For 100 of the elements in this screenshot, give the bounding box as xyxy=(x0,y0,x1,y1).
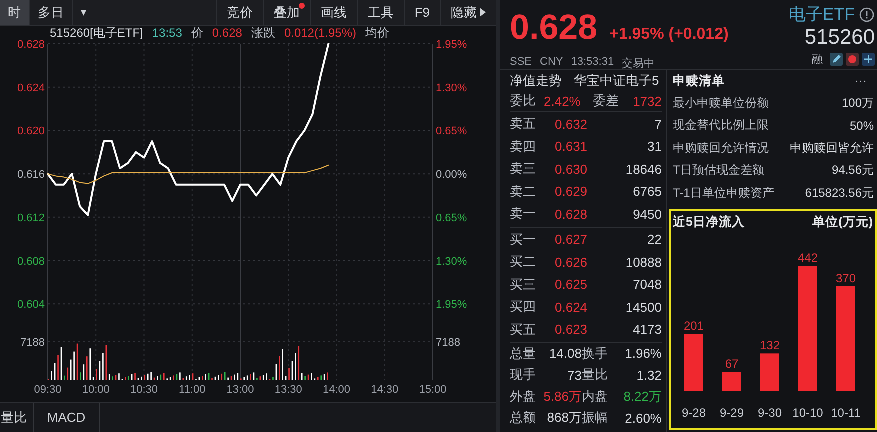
toolbar-button[interactable]: F9 xyxy=(404,0,440,25)
field-label: 最小申赎单位份额 xyxy=(673,94,769,112)
bid-volume: 10888 xyxy=(626,254,662,270)
toolbar-button[interactable]: 隐藏 xyxy=(440,0,496,25)
field-value: 100万 xyxy=(842,94,874,112)
ask-price: 0.628 xyxy=(555,206,589,222)
bid-level-label: 买三 xyxy=(510,276,537,294)
date-label: 10-11 xyxy=(831,406,861,420)
toolbar-button[interactable]: 画线 xyxy=(310,0,357,25)
time-axis-label: 15:00 xyxy=(419,384,447,396)
time-axis-label: 10:30 xyxy=(130,384,158,396)
ask-level-label: 卖四 xyxy=(510,138,537,156)
bid-volume: 22 xyxy=(648,232,662,248)
stat-label: 内盘 xyxy=(582,388,609,406)
toolbar-button[interactable]: 工具 xyxy=(356,0,404,25)
stat-label: 换手 xyxy=(582,344,609,363)
tracked-index-name: 华宝中证电子5 xyxy=(574,72,660,90)
ask-level-label: 卖一 xyxy=(510,205,537,224)
ask-price: 0.632 xyxy=(555,116,589,132)
bar-value-label: 67 xyxy=(725,356,739,371)
add-icon[interactable] xyxy=(862,53,875,66)
field-label: 申购赎回允许情况 xyxy=(673,140,769,157)
more-button[interactable]: ··· xyxy=(854,74,867,88)
toolbar-button[interactable]: 叠加 xyxy=(262,0,310,25)
stat-value: 14.08 xyxy=(548,346,582,362)
time-axis-label: 11:00 xyxy=(179,384,206,396)
date-label: 9-30 xyxy=(758,406,782,420)
price-axis-label: 0.612 xyxy=(17,212,45,224)
stat-label: 振幅 xyxy=(582,409,609,428)
toolbar-button[interactable]: 竞价 xyxy=(216,0,263,25)
inflow-bar xyxy=(684,334,704,390)
price-axis-label: 0.628 xyxy=(17,40,45,51)
stat-label: 量比 xyxy=(582,366,609,384)
price-value: 0.628 xyxy=(212,26,242,40)
date-label: 10-10 xyxy=(792,406,824,420)
ask-price: 0.631 xyxy=(555,139,589,154)
field-label: T-1日单位申赎资产 xyxy=(673,184,774,202)
ask-level-label: 卖五 xyxy=(510,115,537,134)
order-diff-value: 1732 xyxy=(633,94,662,108)
bar-value-label: 370 xyxy=(836,270,856,285)
pencil-icon[interactable] xyxy=(830,53,843,66)
volume-axis-label: 7188 xyxy=(20,337,45,349)
bid-volume: 14500 xyxy=(626,300,662,315)
alert-icon[interactable] xyxy=(846,53,859,66)
order-diff-label: 委差 xyxy=(592,92,619,110)
quote-time: 13:53 xyxy=(152,26,182,40)
date-label: 9-28 xyxy=(682,406,706,420)
stat-value: 1.32 xyxy=(636,368,662,383)
security-code: 515260 xyxy=(804,26,875,50)
stat-value: 8.22万 xyxy=(622,388,662,406)
stat-label: 总额 xyxy=(510,409,537,428)
panel-title: 申赎清单 xyxy=(673,72,725,90)
time-axis-label: 13:00 xyxy=(226,384,254,396)
order-ratio-label: 委比 xyxy=(510,92,536,110)
order-ratio-value: 2.42% xyxy=(544,94,581,108)
ask-volume: 6765 xyxy=(633,184,662,200)
field-value: 50% xyxy=(850,118,874,133)
stat-value: 5.86万 xyxy=(542,388,582,406)
price-axis-label: 0.608 xyxy=(17,256,45,268)
price-axis-label: 0.624 xyxy=(17,82,45,94)
bid-price: 0.624 xyxy=(555,300,589,315)
field-value: 申购赎回皆允许 xyxy=(790,140,874,157)
time-axis-label: 10:00 xyxy=(82,384,110,396)
info-icon[interactable] xyxy=(859,6,875,22)
view-tab[interactable]: 多日 xyxy=(30,0,73,25)
price-axis-label: 0.620 xyxy=(17,126,45,138)
stat-label: 外盘 xyxy=(510,388,537,406)
bid-level-label: 买五 xyxy=(510,320,537,339)
ask-level-label: 卖三 xyxy=(510,160,537,178)
percent-axis-label: 0.65% xyxy=(436,212,468,224)
stat-value: 1.96% xyxy=(624,346,662,362)
percent-axis-label: 0.65% xyxy=(436,126,468,138)
bid-price: 0.625 xyxy=(555,277,589,292)
last-price: 0.628 xyxy=(510,8,598,48)
indicator-tab[interactable]: MACD xyxy=(34,403,100,432)
margin-label: 融 xyxy=(812,53,823,67)
time-axis-label: 09:30 xyxy=(34,384,62,396)
bid-price: 0.627 xyxy=(555,232,589,248)
bid-level-label: 买四 xyxy=(510,298,537,316)
price-change: +1.95% (+0.012) xyxy=(610,26,729,44)
indicator-tab[interactable]: 量比 xyxy=(0,403,34,432)
nav-trend-link[interactable]: 净值走势 xyxy=(510,72,562,90)
time-axis-label: 14:30 xyxy=(371,384,399,396)
ask-volume: 31 xyxy=(648,139,662,154)
dropdown-toggle[interactable]: ▾ xyxy=(73,0,95,25)
bid-level-label: 买二 xyxy=(510,253,537,272)
view-tab[interactable]: 时 xyxy=(0,0,30,25)
percent-axis-label: 1.30% xyxy=(436,82,468,94)
stat-value: 2.60% xyxy=(624,410,662,426)
time-axis-label: 13:30 xyxy=(274,384,302,396)
stat-value: 868万 xyxy=(546,409,582,428)
average-label: 均价 xyxy=(365,26,390,40)
percent-axis-label: 1.95% xyxy=(436,40,468,51)
exchange-label: SSE xyxy=(510,56,532,70)
ask-price: 0.629 xyxy=(555,184,589,200)
percent-axis-label: 1.30% xyxy=(436,256,468,268)
change-label: 涨跌 xyxy=(251,26,276,40)
bid-level-label: 买一 xyxy=(510,230,537,249)
trading-status: 交易中 xyxy=(622,56,656,71)
currency-label: CNY xyxy=(540,56,564,70)
